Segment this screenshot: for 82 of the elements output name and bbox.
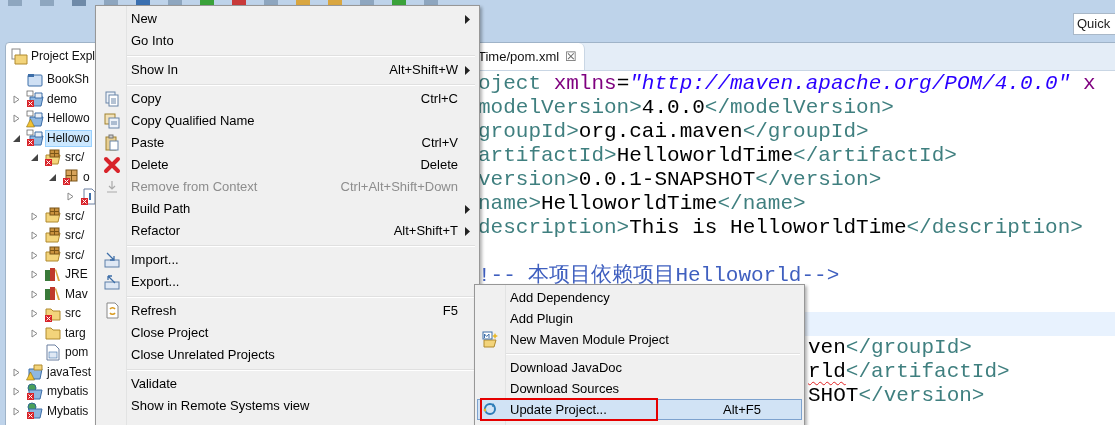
tree-item[interactable]: Mybatis (45, 402, 91, 420)
delete-icon (103, 156, 121, 174)
tree-item[interactable]: Hellowo (45, 110, 92, 128)
code-line: SHOT</version> (808, 384, 985, 407)
code-line: name>HelloworldTime</name> (478, 192, 806, 215)
package-folder-icon (44, 246, 62, 265)
code-line: ven</groupId> (808, 336, 972, 359)
code-line: artifactId>HelloworldTime</artifactId> (478, 144, 957, 167)
tree-item[interactable]: src (63, 305, 83, 323)
folder-icon (44, 324, 62, 343)
collapsed-arrow-icon[interactable] (30, 231, 39, 241)
tree-item[interactable]: src/ (63, 207, 87, 225)
menu-item[interactable]: Add Plugin (477, 308, 802, 329)
menu-item[interactable]: New Maven Module Project (477, 329, 802, 350)
explorer-icon (10, 47, 28, 65)
package-folder-icon (44, 226, 62, 245)
collapsed-arrow-icon[interactable] (30, 270, 39, 280)
collapsed-arrow-icon[interactable] (30, 250, 39, 260)
expanded-arrow-icon[interactable] (30, 153, 39, 163)
paste-icon (103, 134, 121, 152)
tree-item[interactable]: targ (63, 324, 88, 342)
tree-item[interactable]: demo (45, 90, 80, 108)
code-line: !-- 本项目依赖项目Helloworld--> (478, 264, 840, 287)
menu-item[interactable]: Close Project (98, 322, 477, 344)
menu-item[interactable]: Download JavaDoc (477, 357, 802, 378)
menu-item[interactable]: Update Project... Alt+F5 (477, 399, 802, 420)
tree-item[interactable]: src/ (63, 149, 87, 167)
menu-item[interactable]: Refactor Alt+Shift+T (98, 220, 477, 242)
tree-item[interactable]: Mav (63, 285, 90, 303)
tree-item[interactable]: src/ (63, 246, 87, 264)
panel-title: Project Expl (31, 48, 96, 65)
collapsed-arrow-icon[interactable] (30, 289, 39, 299)
tree-item[interactable]: pom (63, 344, 91, 362)
pom-file-icon (44, 343, 62, 362)
expanded-arrow-icon[interactable] (12, 133, 21, 143)
tree-item[interactable]: Hellowo (45, 129, 92, 147)
collapsed-arrow-icon[interactable] (12, 406, 21, 416)
menu-item[interactable]: Download Sources (477, 378, 802, 399)
code-line: version>0.0.1-SNAPSHOT</version> (478, 168, 882, 191)
menu-item[interactable]: Copy Ctrl+C (98, 88, 477, 110)
code-line: modelVersion>4.0.0</modelVersion> (478, 96, 894, 119)
tree-item[interactable]: BookSh (45, 71, 92, 89)
collapsed-arrow-icon[interactable] (12, 114, 21, 124)
menu-item[interactable]: Refresh F5 (98, 300, 477, 322)
collapsed-arrow-icon[interactable] (66, 192, 75, 202)
collapsed-arrow-icon[interactable] (12, 387, 21, 397)
menu-item[interactable]: Import... (98, 249, 477, 271)
collapsed-arrow-icon[interactable] (12, 367, 21, 377)
code-line: rld</artifactId> (808, 360, 1010, 383)
menu-item[interactable]: New (98, 8, 477, 30)
menu-item[interactable]: Delete Delete (98, 154, 477, 176)
collapsed-arrow-icon[interactable] (12, 94, 21, 104)
collapsed-arrow-icon[interactable] (30, 309, 39, 319)
tree-item[interactable]: mybatis (45, 383, 91, 401)
package-folder-icon (44, 207, 62, 226)
menu-item[interactable]: Validate (98, 373, 477, 395)
menu-item[interactable]: Show in Remote Systems view (98, 395, 477, 417)
tree-item[interactable]: JRE (63, 266, 90, 284)
tree-item[interactable]: javaTest (45, 363, 94, 381)
library-icon (44, 265, 62, 284)
menu-item[interactable]: Build Path (98, 198, 477, 220)
collapsed-arrow-icon[interactable] (30, 211, 39, 221)
expanded-arrow-icon[interactable] (48, 172, 57, 182)
menu-item[interactable]: Paste Ctrl+V (98, 132, 477, 154)
tree-item[interactable]: o (81, 168, 92, 186)
tree-item[interactable]: src/ (63, 227, 87, 245)
menu-item[interactable]: Add Dependency (477, 287, 802, 308)
refresh-icon (103, 302, 121, 320)
collapsed-arrow-icon[interactable] (30, 328, 39, 338)
quick-access-field[interactable]: Quick (1073, 12, 1115, 35)
menu-item[interactable]: Close Unrelated Projects (98, 344, 477, 366)
menu-item[interactable]: Export... (98, 271, 477, 293)
documents-icon (103, 112, 121, 130)
code-line: description>This is HelloworldTime</description> (478, 216, 1083, 239)
code-line: oject xmlns="http://maven.apache.org/POM/4.0.0" x (478, 72, 1096, 95)
close-icon[interactable]: ☒ (565, 46, 578, 67)
code-line: groupId>org.cai.maven</groupId> (478, 120, 869, 143)
menu-item[interactable]: Copy Qualified Name (98, 110, 477, 132)
copy-icon (103, 90, 121, 108)
import-icon (103, 251, 121, 269)
export-icon (103, 273, 121, 291)
module-icon (482, 330, 500, 349)
